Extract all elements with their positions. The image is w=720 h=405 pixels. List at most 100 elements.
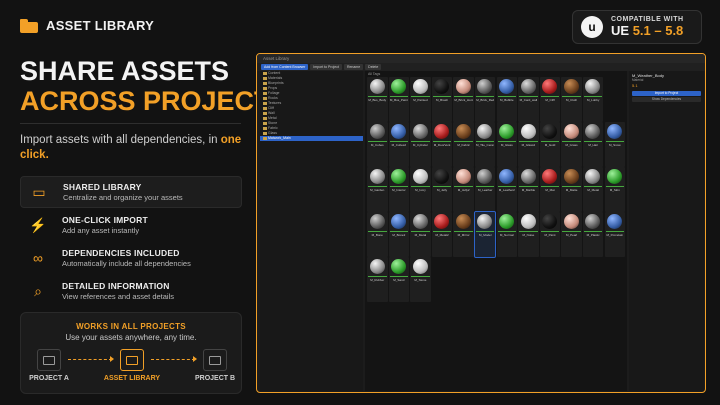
asset-tile[interactable]: M_Pearl xyxy=(561,212,582,257)
material-preview-thumbnail xyxy=(563,124,579,139)
asset-type-bar xyxy=(389,141,409,142)
asset-type-bar xyxy=(497,96,517,97)
asset-tile[interactable]: M_Hair xyxy=(582,122,604,167)
material-preview-thumbnail xyxy=(391,214,407,229)
asset-tile[interactable]: M_Normal xyxy=(496,212,518,257)
tree-folder-label: Cliff xyxy=(268,106,274,110)
feature-description: Centralize and organize your assets xyxy=(63,193,183,202)
asset-tile[interactable]: M_Gold xyxy=(539,122,561,167)
show-dependencies-button[interactable]: Show Dependencies xyxy=(632,97,701,102)
asset-tile[interactable]: M_Fabric xyxy=(453,122,474,167)
toolbar-button[interactable]: Import to Project xyxy=(310,64,342,70)
asset-name: M_Cubes xyxy=(370,144,384,147)
arrow-right-icon xyxy=(151,356,197,362)
asset-tile[interactable]: M_Leather2 xyxy=(496,167,518,212)
asset-tile[interactable]: M_Lobby xyxy=(582,77,604,122)
material-preview-thumbnail xyxy=(563,79,579,94)
asset-tile[interactable]: M_Brick_Red xyxy=(474,77,496,122)
asset-tile[interactable]: M_Porcelain xyxy=(604,212,626,257)
lightning-icon: ⚡ xyxy=(29,216,47,233)
asset-tile[interactable]: M_Bubble xyxy=(496,77,518,122)
asset-tile[interactable]: M_Stone xyxy=(410,257,431,302)
asset-tile[interactable]: M_Brash xyxy=(431,77,453,122)
asset-type-bar xyxy=(583,231,603,232)
asset-tile[interactable]: M_Cubes2 xyxy=(388,122,410,167)
asset-tile[interactable]: M_Garden xyxy=(367,167,388,212)
asset-tile[interactable]: M_Glass2 xyxy=(518,122,539,167)
tree-folder-label: Stone xyxy=(268,121,278,125)
tree-folder-label: Matwork_Main xyxy=(268,136,291,140)
tree-folder-item[interactable]: Matwork_Main xyxy=(260,136,363,141)
asset-tile[interactable]: M_Mirror xyxy=(453,212,474,257)
toolbar-button[interactable]: Delete xyxy=(365,64,382,70)
asset-tile[interactable]: M_Matte xyxy=(561,167,582,212)
asset-type-bar xyxy=(368,231,387,232)
node-label-asset-library: ASSET LIBRARY xyxy=(103,375,161,382)
asset-tile[interactable]: M_Ivory xyxy=(410,167,431,212)
asset-name: M_Metal xyxy=(587,189,599,192)
asset-name: M_Grass xyxy=(565,144,578,147)
asset-type-bar xyxy=(583,141,603,142)
asset-tile[interactable]: M_Cylinder xyxy=(410,122,431,167)
asset-tile[interactable]: M_Painted xyxy=(410,77,431,122)
material-preview-thumbnail xyxy=(563,169,579,184)
asset-tile[interactable]: M_DoorVent xyxy=(431,122,453,167)
material-preview-thumbnail xyxy=(455,169,471,184)
asset-tile[interactable]: M_Brick_Hordy xyxy=(453,77,474,122)
asset-tile[interactable]: M_Cloth xyxy=(561,77,582,122)
asset-type-bar xyxy=(540,186,560,187)
asset-tile[interactable]: M_Bus_Paint xyxy=(388,77,410,122)
asset-tile[interactable]: M_Leather xyxy=(474,167,496,212)
asset-tile[interactable]: M_Bone2 xyxy=(388,212,410,257)
asset-tile[interactable]: M_Rubber xyxy=(367,257,388,302)
headline-line-2: ACROSS PROJECTS xyxy=(20,86,289,116)
material-preview-thumbnail xyxy=(607,214,623,229)
details-panel: M_Weather_Body Material 5.1 Import to Pr… xyxy=(629,71,704,391)
asset-tile[interactable]: M_Snow xyxy=(604,122,626,167)
asset-tile[interactable]: M_Marble xyxy=(518,167,539,212)
asset-tile[interactable]: M_Bone xyxy=(367,212,388,257)
asset-tile[interactable]: M_Plastic xyxy=(582,212,604,257)
material-preview-thumbnail xyxy=(391,259,407,274)
asset-tile[interactable]: M_Noise xyxy=(518,212,539,257)
asset-type-bar xyxy=(454,96,473,97)
asset-name: M_Porcelain xyxy=(606,234,624,237)
asset-tile[interactable]: M_Glass xyxy=(496,122,518,167)
asset-tile[interactable]: M_Paint xyxy=(539,212,561,257)
asset-name: M_Cylinder xyxy=(412,144,429,147)
asset-tile[interactable]: M_Sand xyxy=(388,257,410,302)
asset-tile[interactable]: M_Skin xyxy=(604,167,626,212)
material-preview-thumbnail xyxy=(412,214,428,229)
asset-name: M_Garden xyxy=(370,189,385,192)
asset-tile[interactable]: M_Tile_Ceramic xyxy=(474,122,496,167)
asset-type-bar xyxy=(475,141,495,142)
asset-name: M_Brick_Red xyxy=(476,99,495,102)
asset-tile[interactable]: M_Metal xyxy=(582,167,604,212)
asset-tile[interactable]: M_Mat xyxy=(539,167,561,212)
asset-tile[interactable]: M_Metal2 xyxy=(431,212,453,257)
toolbar-button[interactable]: Add from Content Browser xyxy=(261,64,309,70)
import-to-project-button[interactable]: Import to Project xyxy=(632,91,701,96)
asset-tile[interactable]: M_Card_wall xyxy=(518,77,539,122)
material-preview-thumbnail xyxy=(455,79,471,94)
asset-tile[interactable]: M_Cliff xyxy=(539,77,561,122)
toolbar-button[interactable]: Rename xyxy=(343,64,364,70)
asset-type-bar xyxy=(432,141,452,142)
folder-icon: ▭ xyxy=(32,183,46,200)
asset-tile[interactable]: M_Interior xyxy=(388,167,410,212)
asset-type-bar xyxy=(497,186,517,187)
details-version: 5.1 xyxy=(632,83,638,88)
asset-name: M_Ivory xyxy=(415,189,426,192)
asset-tile[interactable]: M_Jelly2 xyxy=(453,167,474,212)
material-preview-thumbnail xyxy=(412,169,428,184)
asset-name: M_Metal xyxy=(414,234,427,237)
asset-tile[interactable]: M_Metal xyxy=(410,212,431,257)
asset-tile[interactable]: M_Cubes xyxy=(367,122,388,167)
editor-title: Asset Library xyxy=(257,54,705,63)
asset-name: M_Gold xyxy=(544,144,556,147)
asset-tile[interactable]: M_Model xyxy=(473,211,497,258)
asset-tile[interactable]: M_Grass xyxy=(561,122,582,167)
search-icon: ⌕ xyxy=(34,282,42,299)
asset-tile[interactable]: M_Jelly xyxy=(431,167,453,212)
asset-tile[interactable]: M_Bus_Body xyxy=(367,77,388,122)
